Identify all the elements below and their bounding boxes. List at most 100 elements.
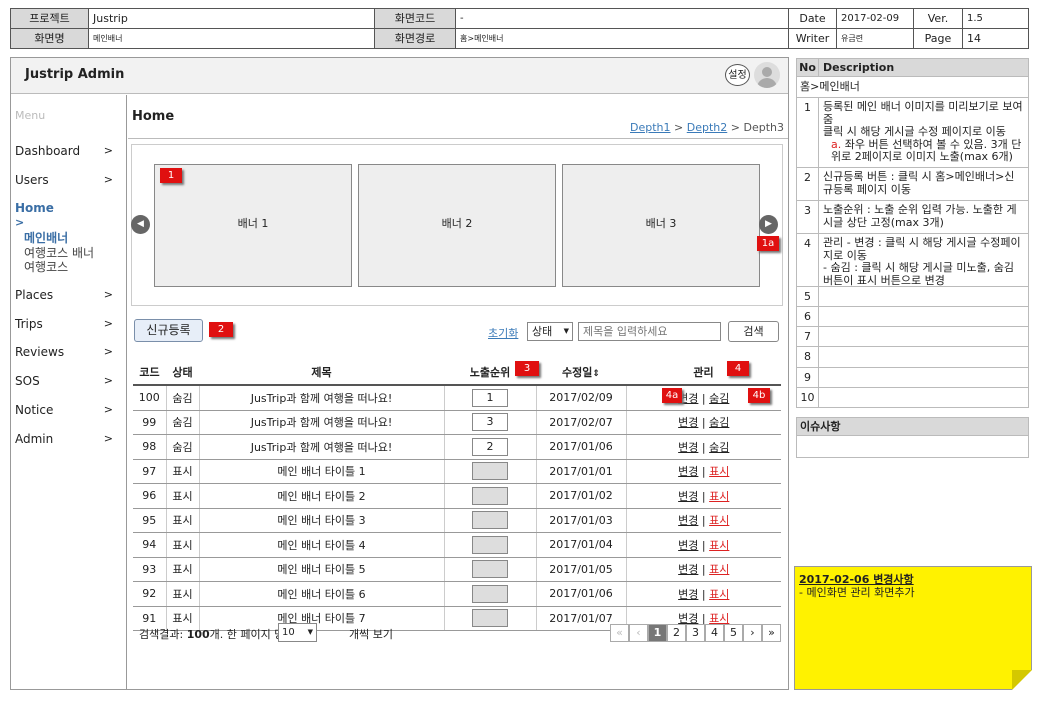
order-input[interactable] [472, 462, 508, 481]
annotation-badge-4a: 4a [662, 388, 682, 403]
carousel-next-icon[interactable]: ▶ [759, 215, 778, 234]
toggle-visibility-link[interactable]: 표시 [709, 465, 729, 478]
pager-next-icon[interactable]: › [743, 624, 762, 642]
breadcrumb-depth2[interactable]: Depth2 [687, 121, 728, 134]
cell-status: 표시 [165, 508, 199, 533]
col-header-modified[interactable]: 수정일⇕ [536, 360, 626, 386]
sidebar-item-label: Reviews [15, 345, 65, 359]
desc-row-number: 3 [797, 201, 819, 233]
sidebar-item-home[interactable]: Home [15, 201, 119, 215]
desc-row: 5 [796, 287, 1029, 307]
edit-link[interactable]: 변경 [678, 465, 698, 478]
cell-title[interactable]: 메인 배너 타이틀 6 [198, 581, 444, 607]
status-select[interactable]: 상태 ▼ [527, 322, 573, 341]
table-row: 99 숨김 JusTrip과 함께 여행을 떠나요! 3 2017/02/07 변경 | … [133, 410, 781, 435]
annotation-badge-4b: 4b [748, 388, 770, 403]
toggle-visibility-link[interactable]: 표시 [709, 588, 729, 601]
avatar[interactable] [754, 62, 780, 88]
result-summary: 검색결과: 100개. 한 페이지 당 [139, 626, 284, 642]
breadcrumb-depth1[interactable]: Depth1 [630, 121, 671, 134]
cell-title[interactable]: JusTrip과 함께 여행을 떠나요! [198, 385, 444, 411]
link-separator: | [701, 416, 706, 430]
pager-page[interactable]: 3 [686, 624, 705, 642]
banner-table: 코드 상태 제목 노출순위 수정일⇕ 관리 100 숨김 JusTrip과 함께 여… [133, 360, 781, 631]
edit-link[interactable]: 변경 [678, 563, 698, 576]
pager-last-icon[interactable]: » [762, 624, 781, 642]
edit-link[interactable]: 변경 [678, 588, 698, 601]
carousel-prev-icon[interactable]: ◀ [131, 215, 150, 234]
cell-title[interactable]: 메인 배너 타이틀 5 [198, 557, 444, 582]
avatar-body-icon [757, 78, 777, 88]
settings-button[interactable]: 설정 [725, 64, 750, 86]
order-input[interactable] [472, 584, 508, 603]
edit-link[interactable]: 변경 [678, 441, 698, 454]
edit-link[interactable]: 변경 [678, 539, 698, 552]
breadcrumb: Depth1 > Depth2 > Depth3 [630, 121, 784, 134]
search-input[interactable] [578, 322, 721, 341]
pager-first-icon[interactable]: « [610, 624, 629, 642]
toggle-visibility-link[interactable]: 숨김 [709, 441, 729, 454]
order-input[interactable]: 3 [472, 413, 508, 432]
sidebar-item-dashboard[interactable]: Dashboard > [15, 144, 119, 158]
cell-title[interactable]: 메인 배너 타이틀 3 [198, 508, 444, 533]
cell-status: 표시 [165, 459, 199, 484]
order-input[interactable] [472, 511, 508, 530]
desc-row-number: 8 [797, 347, 819, 367]
col-header-manage: 관리 [626, 360, 781, 386]
pager-page[interactable]: 4 [705, 624, 724, 642]
desc-sub-marker: a. [831, 137, 842, 151]
sidebar-item-notice[interactable]: Notice > [15, 403, 119, 417]
toggle-visibility-link[interactable]: 표시 [709, 514, 729, 527]
pager-page[interactable]: 5 [724, 624, 743, 642]
sidebar-item-trips[interactable]: Trips > [15, 317, 119, 331]
pager-page[interactable]: 2 [667, 624, 686, 642]
toggle-visibility-link[interactable]: 표시 [709, 490, 729, 503]
edit-link[interactable]: 변경 [678, 416, 698, 429]
per-page-select[interactable]: 10 ▼ [278, 623, 317, 642]
edit-link[interactable]: 변경 [678, 490, 698, 503]
cell-status: 표시 [165, 557, 199, 582]
order-input[interactable] [472, 609, 508, 628]
cell-status: 숨김 [165, 385, 199, 411]
banner-slide-3[interactable]: 배너 3 [562, 164, 760, 287]
cell-title[interactable]: 메인 배너 타이틀 2 [198, 483, 444, 509]
sidebar-item-admin[interactable]: Admin > [15, 432, 119, 446]
order-input[interactable] [472, 486, 508, 505]
annotation-badge-3: 3 [515, 361, 539, 376]
search-button[interactable]: 검색 [728, 321, 779, 342]
desc-row: 9 [796, 368, 1029, 388]
banner-slide-1[interactable]: 배너 1 [154, 164, 352, 287]
sidebar-item-sos[interactable]: SOS > [15, 374, 119, 388]
toggle-visibility-link[interactable]: 숨김 [709, 392, 729, 405]
cell-code: 97 [133, 459, 166, 484]
sidebar-item-places[interactable]: Places > [15, 288, 119, 302]
new-register-button[interactable]: 신규등록 [134, 319, 203, 342]
table-row: 94 표시 메인 배너 타이틀 4 2017/01/04 변경 | 표시 [133, 532, 781, 558]
pager-prev-icon[interactable]: ‹ [629, 624, 648, 642]
cell-title[interactable]: JusTrip과 함께 여행을 떠나요! [198, 434, 444, 460]
content-header: Home Depth1 > Depth2 > Depth3 [128, 95, 788, 139]
sidebar-item-reviews[interactable]: Reviews > [15, 345, 119, 359]
banner-slide-2[interactable]: 배너 2 [358, 164, 556, 287]
order-input[interactable]: 1 [472, 388, 508, 407]
toggle-visibility-link[interactable]: 표시 [709, 539, 729, 552]
toggle-visibility-link[interactable]: 표시 [709, 563, 729, 576]
sidebar-subitem-course[interactable]: 여행코스 [24, 258, 68, 275]
edit-link[interactable]: 변경 [678, 514, 698, 527]
order-input[interactable] [472, 535, 508, 554]
desc-row-text: 관리 - 변경 : 클릭 시 해당 게시글 수정페이지로 이동 - 숨김 : 클릭… [823, 236, 1024, 287]
order-input[interactable] [472, 560, 508, 579]
chevron-right-icon: > [103, 288, 113, 301]
cell-title[interactable]: 메인 배너 타이틀 4 [198, 532, 444, 558]
cell-status: 숨김 [165, 410, 199, 435]
order-input[interactable]: 2 [472, 437, 508, 456]
desc-line: - 숨김 : 클릭 시 해당 게시글 미노출, 숨김 버튼이 표시 버튼으로 변… [823, 261, 1014, 287]
pager-page[interactable]: 1 [648, 624, 667, 642]
toggle-visibility-link[interactable]: 숨김 [709, 416, 729, 429]
cell-title[interactable]: JusTrip과 함께 여행을 떠나요! [198, 410, 444, 435]
screen-code-key: 화면코드 [374, 8, 456, 29]
sidebar-item-label: Admin [15, 432, 54, 446]
cell-title[interactable]: 메인 배너 타이틀 1 [198, 459, 444, 484]
sidebar-item-users[interactable]: Users > [15, 173, 119, 187]
reset-link[interactable]: 초기화 [488, 325, 518, 341]
